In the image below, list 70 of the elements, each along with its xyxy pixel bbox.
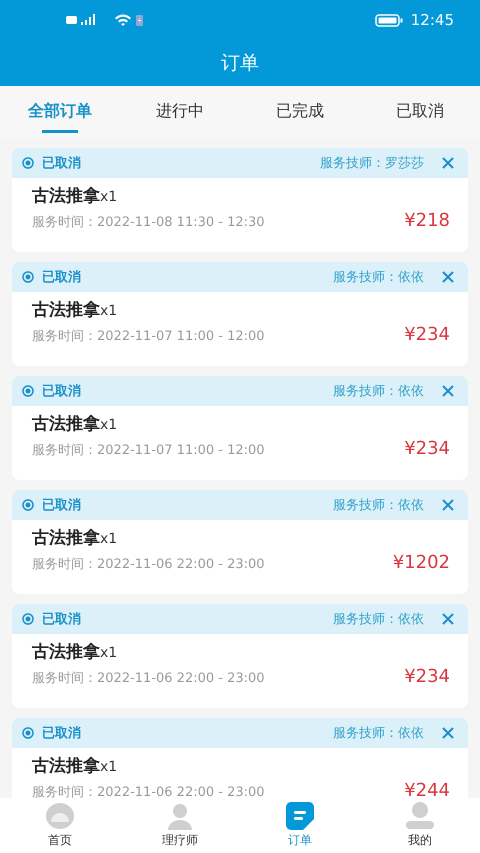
close-icon[interactable] (442, 727, 454, 739)
close-icon[interactable] (442, 385, 454, 397)
quantity: x1 (100, 759, 118, 775)
person-icon (166, 802, 194, 830)
dome-icon (45, 802, 75, 830)
service-name: 古法推拿 (32, 413, 100, 435)
radio-dot-icon (22, 157, 34, 169)
technician-name: 服务技师：罗莎莎 (320, 155, 424, 172)
technician-name: 服务技师：依依 (333, 497, 424, 514)
order-price: ¥234 (404, 324, 450, 345)
charging-icon (136, 14, 143, 26)
service-name: 古法推拿 (32, 185, 100, 207)
quantity: x1 (100, 303, 118, 319)
battery-icon (374, 14, 403, 26)
order-card[interactable]: 已取消 服务技师：依依 古法推拿x1 服务时间：2022-11-06 22:00 - 23:00 ¥244 (12, 718, 468, 798)
close-icon[interactable] (442, 499, 454, 511)
nav-tab[interactable]: 理疗师 (120, 798, 240, 853)
nav-tab[interactable]: 订单 (240, 798, 360, 853)
order-card[interactable]: 已取消 服务技师：依依 古法推拿x1 服务时间：2022-11-07 11:00 - 12:00 ¥234 (12, 376, 468, 480)
close-icon[interactable] (442, 613, 454, 625)
quantity: x1 (100, 531, 118, 547)
nav-tab[interactable]: 首页 (0, 798, 120, 853)
filter-tab[interactable]: 进行中 (120, 86, 240, 138)
order-status: 已取消 (42, 383, 82, 400)
wifi-icon (115, 14, 131, 26)
nav-tab[interactable]: 我的 (360, 798, 480, 853)
technician-name: 服务技师：依依 (333, 269, 424, 286)
close-icon[interactable] (442, 157, 454, 169)
service-time: 服务时间：2022-11-06 22:00 - 23:00 (32, 784, 266, 798)
page-title: 订单 (221, 51, 259, 76)
service-time: 服务时间：2022-11-07 11:00 - 12:00 (32, 442, 266, 459)
service-time: 服务时间：2022-11-06 22:00 - 23:00 (32, 556, 266, 573)
order-status: 已取消 (42, 269, 82, 286)
service-name: 古法推拿 (32, 299, 100, 321)
technician-name: 服务技师：依依 (333, 611, 424, 628)
order-price: ¥1202 (392, 552, 450, 573)
radio-dot-icon (22, 499, 34, 511)
radio-dot-icon (22, 613, 34, 625)
order-price: ¥218 (404, 210, 450, 231)
technician-name: 服务技师：依依 (333, 725, 424, 742)
clock-time: 12:45 (410, 11, 454, 29)
order-status: 已取消 (42, 497, 82, 514)
service-time: 服务时间：2022-11-08 11:30 - 12:30 (32, 214, 266, 231)
order-card[interactable]: 已取消 服务技师：依依 古法推拿x1 服务时间：2022-11-06 22:00 - 23:00 ¥234 (12, 604, 468, 708)
quantity: x1 (100, 189, 118, 205)
document-icon (286, 802, 314, 830)
quantity: x1 (100, 417, 118, 433)
service-time: 服务时间：2022-11-07 11:00 - 12:00 (32, 328, 266, 345)
order-card[interactable]: 已取消 服务技师：依依 古法推拿x1 服务时间：2022-11-06 22:00 - 23:00 ¥1202 (12, 490, 468, 594)
order-status: 已取消 (42, 725, 82, 742)
service-name: 古法推拿 (32, 755, 100, 777)
order-price: ¥244 (404, 780, 450, 798)
radio-dot-icon (22, 727, 34, 739)
service-name: 古法推拿 (32, 641, 100, 663)
technician-name: 服务技师：依依 (333, 383, 424, 400)
order-price: ¥234 (404, 438, 450, 459)
user-icon (404, 802, 436, 830)
service-name: 古法推拿 (32, 527, 100, 549)
radio-dot-icon (22, 385, 34, 397)
filter-tab[interactable]: 已完成 (240, 86, 360, 138)
order-status: 已取消 (42, 155, 82, 172)
order-price: ¥234 (404, 666, 450, 687)
order-card[interactable]: 已取消 服务技师：依依 古法推拿x1 服务时间：2022-11-07 11:00 - 12:00 ¥234 (12, 262, 468, 366)
close-icon[interactable] (442, 271, 454, 283)
radio-dot-icon (22, 271, 34, 283)
service-time: 服务时间：2022-11-06 22:00 - 23:00 (32, 670, 266, 687)
order-status: 已取消 (42, 611, 82, 628)
order-card[interactable]: 已取消 服务技师：罗莎莎 古法推拿x1 服务时间：2022-11-08 11:30 - 12:30 ¥218 (12, 148, 468, 252)
quantity: x1 (100, 645, 118, 661)
filter-tab[interactable]: 已取消 (360, 86, 480, 138)
